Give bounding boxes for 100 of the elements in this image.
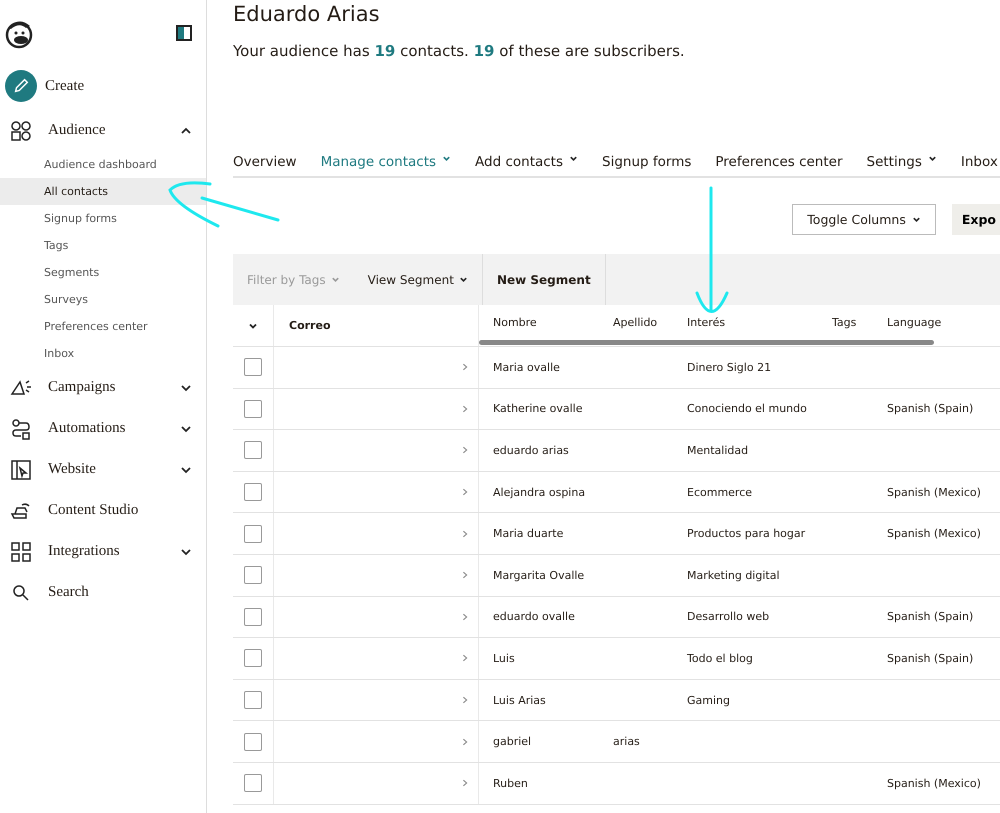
- export-button[interactable]: Expo: [952, 204, 1000, 235]
- table-cell: Conociendo el mundo: [687, 402, 807, 416]
- nav-item[interactable]: Content Studio: [0, 490, 206, 531]
- table-cell: Spanish (Mexico): [887, 527, 981, 540]
- chevron-right-icon[interactable]: [460, 528, 468, 539]
- nav-item[interactable]: Campaigns: [0, 367, 206, 408]
- flowchart-icon: [10, 418, 32, 440]
- table-cell: Productos para hogar: [687, 527, 806, 540]
- table-cell: Mentalidad: [687, 444, 748, 457]
- sub-nav-item[interactable]: Audience dashboard: [0, 151, 206, 178]
- row-checkbox[interactable]: [244, 732, 262, 751]
- scrollbar[interactable]: [479, 340, 934, 345]
- view-segment-dropdown[interactable]: View Segment: [354, 254, 482, 305]
- sub-nav-item[interactable]: Tags: [0, 232, 206, 259]
- row-checkbox[interactable]: [244, 608, 262, 626]
- chevron-right-icon[interactable]: [460, 736, 468, 747]
- sub-nav-item[interactable]: Surveys: [0, 286, 206, 313]
- row-checkbox[interactable]: [244, 400, 262, 418]
- sub-nav-item[interactable]: Signup forms: [0, 205, 206, 232]
- nav-item[interactable]: Search: [0, 572, 206, 613]
- chevron-right-icon[interactable]: [460, 778, 468, 788]
- nav-tab[interactable]: Preferences center: [715, 154, 843, 176]
- table-cell: Alejandra ospina: [493, 486, 586, 499]
- column-header[interactable]: Nombre: [493, 316, 613, 329]
- nav-label: Search: [48, 584, 90, 601]
- nav-tab[interactable]: Overview: [233, 154, 297, 176]
- pencil-icon: [5, 70, 37, 102]
- chevron-right-icon[interactable]: [460, 487, 468, 498]
- row-checkbox[interactable]: [244, 566, 262, 584]
- table-cell: Dinero Siglo 21: [687, 360, 772, 374]
- row-checkbox[interactable]: [244, 483, 262, 502]
- chevron-right-icon[interactable]: [460, 695, 468, 706]
- table-cell: Katherine ovalle: [493, 402, 582, 416]
- nav-tab[interactable]: Manage contacts: [320, 154, 452, 176]
- row-checkbox[interactable]: [244, 649, 262, 668]
- nav-item[interactable]: Automations: [0, 408, 206, 449]
- chevron-right-icon[interactable]: [460, 362, 468, 372]
- table-cell: Ecommerce: [687, 486, 752, 499]
- table-cell: Maria ovalle: [493, 360, 560, 374]
- grid-icon: [10, 540, 32, 562]
- nav-label: Website: [48, 461, 97, 478]
- nav-label: Content Studio: [48, 502, 140, 519]
- row-checkbox[interactable]: [244, 441, 262, 460]
- row-checkbox[interactable]: [244, 774, 262, 792]
- column-header[interactable]: Apellido: [613, 316, 687, 329]
- audience-summary: Your audience has 19 contacts. 19 of these are subscribers.: [233, 42, 686, 62]
- people-icon: [10, 120, 32, 142]
- nav-label: Create: [45, 78, 86, 94]
- toggle-columns-button[interactable]: Toggle Columns: [792, 204, 936, 235]
- sub-nav-item[interactable]: Inbox: [0, 340, 206, 367]
- table-cell: Margarita Ovalle: [493, 568, 584, 582]
- page-title: Eduardo Arias: [233, 1, 381, 28]
- table-cell: Maria duarte: [493, 527, 564, 540]
- column-header[interactable]: Tags: [832, 316, 887, 329]
- window-cursor-icon: [10, 458, 32, 480]
- nav-tab[interactable]: Signup forms: [602, 154, 692, 176]
- table-cell: Luis Arias: [493, 694, 546, 707]
- sidebar-toggle-icon[interactable]: [176, 25, 192, 41]
- nav-tab[interactable]: Inbox: [960, 154, 998, 176]
- nav-label: Audience: [48, 122, 106, 139]
- nav-tab[interactable]: Settings: [866, 154, 937, 176]
- chevron-right-icon[interactable]: [460, 612, 468, 622]
- table-cell: Spanish (Mexico): [887, 776, 981, 790]
- table-cell: Spanish (Spain): [887, 652, 974, 665]
- table-cell: Desarrollo web: [687, 610, 770, 624]
- chevron-right-icon[interactable]: [460, 404, 468, 414]
- column-header[interactable]: Correo: [274, 305, 451, 346]
- chevron-right-icon[interactable]: [460, 445, 468, 456]
- nav-tab[interactable]: Add contacts: [475, 154, 578, 176]
- nav-item[interactable]: Website: [0, 449, 206, 490]
- sub-nav-item[interactable]: Preferences center: [0, 313, 206, 340]
- table-cell: Marketing digital: [687, 568, 780, 582]
- nav-item[interactable]: Create: [0, 70, 206, 102]
- row-checkbox[interactable]: [244, 524, 262, 543]
- nav-label: Campaigns: [48, 379, 116, 396]
- table-cell: gabriel: [493, 735, 532, 748]
- table-cell: arias: [613, 735, 640, 748]
- table-cell: Spanish (Spain): [887, 402, 974, 416]
- caret-icon: [458, 275, 468, 284]
- column-header[interactable]: Interés: [687, 316, 832, 329]
- table-cell: Todo el blog: [687, 652, 753, 665]
- sub-nav-item[interactable]: Segments: [0, 259, 206, 286]
- chevron-right-icon[interactable]: [460, 570, 468, 580]
- table-cell: Luis: [493, 652, 515, 665]
- nav-item[interactable]: Audience: [0, 110, 206, 151]
- table-cell: eduardo ovalle: [493, 610, 575, 624]
- nav-label: Automations: [48, 420, 126, 437]
- chevron-right-icon[interactable]: [460, 653, 468, 664]
- row-checkbox[interactable]: [244, 358, 262, 376]
- table-cell: Spanish (Spain): [887, 610, 974, 624]
- caret-icon: [912, 215, 921, 224]
- caret-icon: [330, 275, 340, 284]
- nav-item[interactable]: Integrations: [0, 531, 206, 572]
- table-cell: Ruben: [493, 776, 528, 790]
- table-cell: Spanish (Mexico): [887, 486, 981, 499]
- new-segment-button[interactable]: New Segment: [482, 254, 606, 305]
- sub-nav-item[interactable]: All contacts: [0, 178, 206, 205]
- column-header[interactable]: Language: [887, 316, 942, 329]
- row-checkbox[interactable]: [244, 691, 262, 710]
- table-cell: eduardo arias: [493, 444, 569, 457]
